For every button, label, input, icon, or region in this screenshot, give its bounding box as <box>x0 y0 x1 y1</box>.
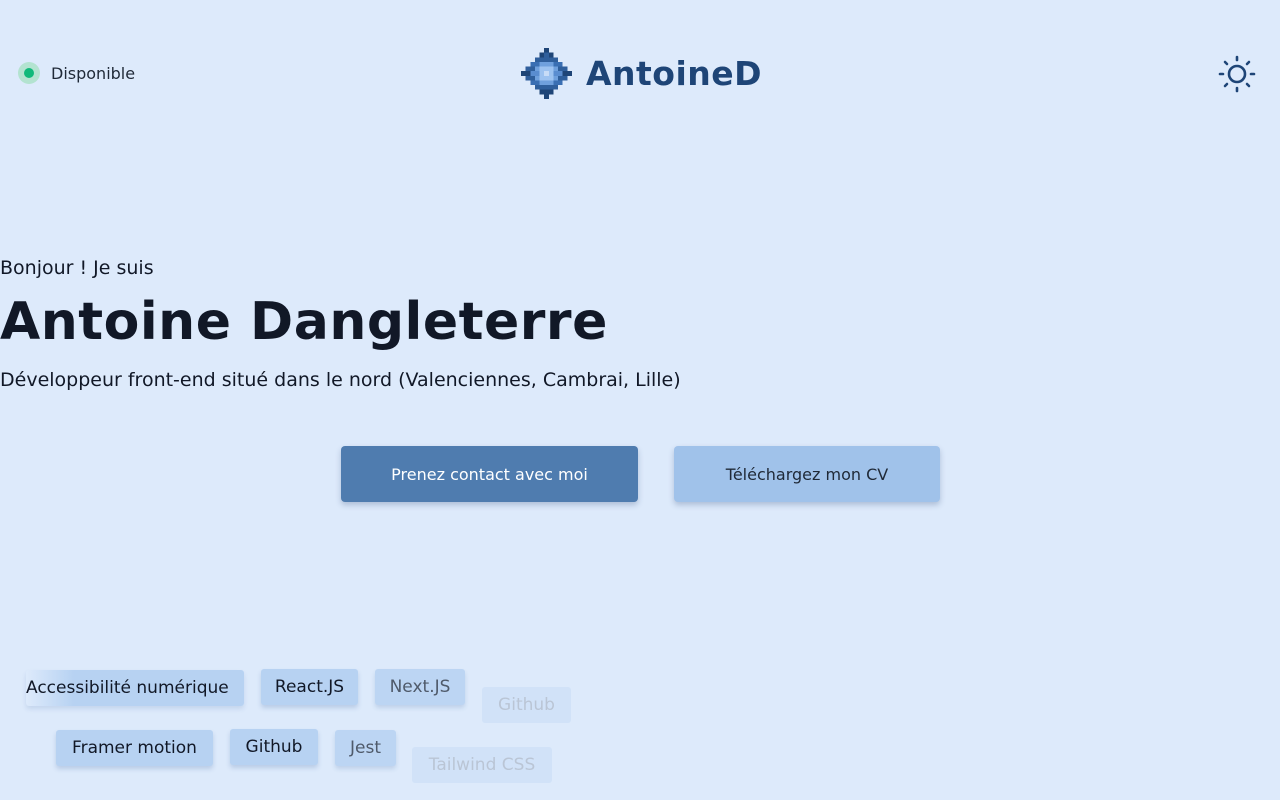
download-cv-button[interactable]: Téléchargez mon CV <box>674 446 940 502</box>
skill-tag: Tailwind CSS <box>412 747 552 783</box>
availability-status: Disponible <box>18 62 135 84</box>
hero-subtitle: Développeur front-end situé dans le nord… <box>0 369 681 391</box>
page: Disponible AntoineD Bonjour ! Je suis An… <box>0 0 1280 800</box>
skill-tag: Accessibilité numérique <box>26 670 244 706</box>
brand-name: AntoineD <box>586 54 763 93</box>
brand-link[interactable]: AntoineD <box>521 48 762 99</box>
skill-tag: React.JS <box>261 669 358 705</box>
contact-button[interactable]: Prenez contact avec moi <box>341 446 638 502</box>
logo-icon <box>521 48 572 99</box>
hero-name: Antoine Dangleterre <box>0 292 608 352</box>
status-label: Disponible <box>51 63 136 83</box>
theme-toggle-button[interactable] <box>1218 55 1256 93</box>
skill-tag: Github <box>230 729 318 765</box>
sun-icon <box>1218 55 1256 93</box>
skill-tag: Jest <box>335 730 396 766</box>
skill-tag: Github <box>482 687 571 723</box>
skill-tag: Framer motion <box>56 730 213 766</box>
skill-tag: Next.JS <box>375 669 465 705</box>
status-dot-icon <box>18 62 40 84</box>
hero-greeting: Bonjour ! Je suis <box>0 257 154 279</box>
